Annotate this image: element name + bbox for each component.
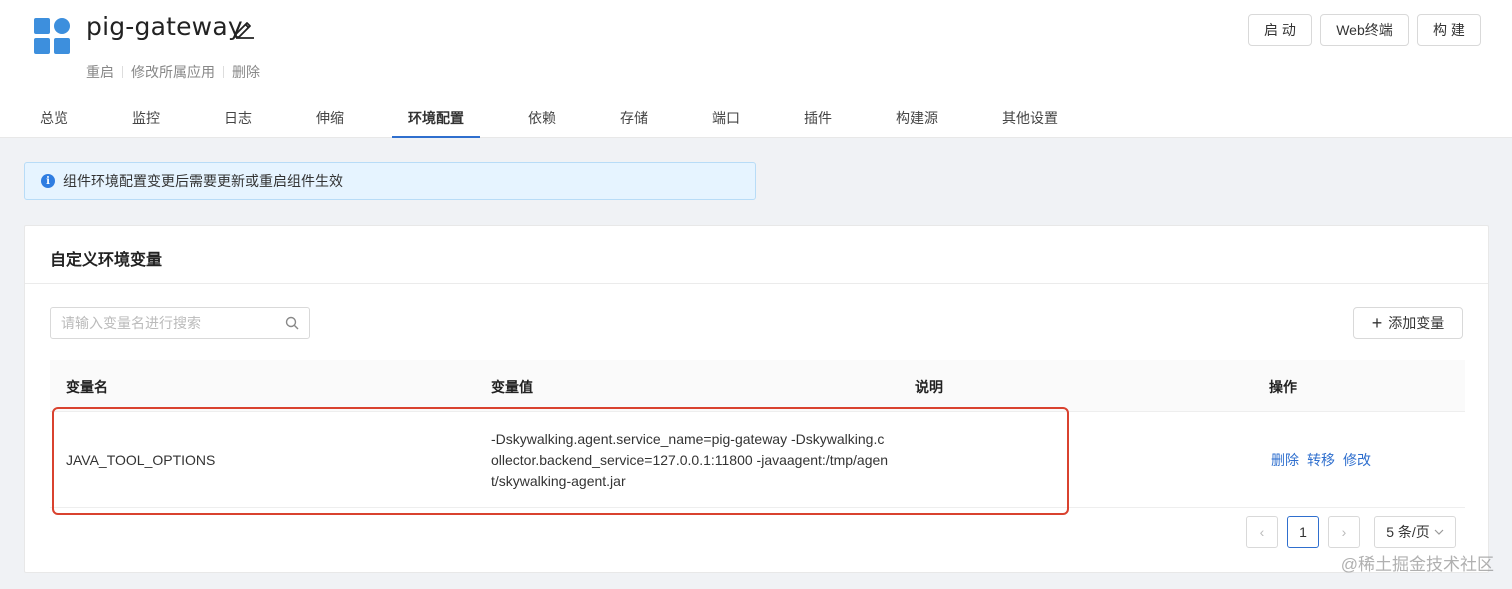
page-size-label: 5 条/页 bbox=[1386, 524, 1430, 540]
page-1-button[interactable]: 1 bbox=[1287, 516, 1319, 548]
delete-app-link[interactable]: 删除 bbox=[232, 62, 260, 82]
table-header: 变量名 变量值 说明 操作 bbox=[50, 360, 1465, 412]
tab-other-settings[interactable]: 其他设置 bbox=[1002, 96, 1058, 138]
env-vars-table: 变量名 变量值 说明 操作 JAVA_TOOL_OPTIONS -Dskywal… bbox=[50, 360, 1465, 508]
tab-ports[interactable]: 端口 bbox=[712, 96, 740, 138]
tab-build-source[interactable]: 构建源 bbox=[896, 96, 938, 138]
divider bbox=[25, 283, 1488, 284]
tab-storage[interactable]: 存储 bbox=[620, 96, 648, 138]
change-app-link[interactable]: 修改所属应用 bbox=[131, 62, 215, 82]
search-icon[interactable] bbox=[285, 316, 299, 330]
edit-variable-link[interactable]: 修改 bbox=[1343, 450, 1371, 470]
divider bbox=[122, 66, 123, 78]
tab-dependencies[interactable]: 依赖 bbox=[528, 96, 556, 138]
app-header: pig-gateway 重启 修改所属应用 删除 启 动 Web终端 构 建 总… bbox=[0, 0, 1512, 138]
divider bbox=[223, 66, 224, 78]
search-input[interactable] bbox=[61, 315, 271, 331]
alert-text: 组件环境配置变更后需要更新或重启组件生效 bbox=[63, 173, 343, 189]
app-name: pig-gateway bbox=[86, 12, 243, 41]
pagination: ‹ 1 › bbox=[1246, 516, 1360, 548]
row-actions: 删除 转移 修改 bbox=[1271, 450, 1371, 470]
web-terminal-button[interactable]: Web终端 bbox=[1320, 14, 1409, 46]
add-variable-button[interactable]: + 添加变量 bbox=[1353, 307, 1463, 339]
transfer-variable-link[interactable]: 转移 bbox=[1307, 450, 1335, 470]
plus-icon: + bbox=[1371, 313, 1383, 333]
info-alert: i 组件环境配置变更后需要更新或重启组件生效 bbox=[24, 162, 756, 200]
table-row: JAVA_TOOL_OPTIONS -Dskywalking.agent.ser… bbox=[50, 412, 1465, 508]
delete-variable-link[interactable]: 删除 bbox=[1271, 450, 1299, 470]
edit-name-icon[interactable] bbox=[232, 16, 256, 40]
app-logo-icon bbox=[34, 18, 70, 54]
tab-plugins[interactable]: 插件 bbox=[804, 96, 832, 138]
chevron-down-icon bbox=[1434, 529, 1444, 535]
header-buttons: 启 动 Web终端 构 建 bbox=[1248, 14, 1481, 46]
start-button[interactable]: 启 动 bbox=[1248, 14, 1312, 46]
page-size-select[interactable]: 5 条/页 bbox=[1374, 516, 1456, 548]
add-variable-label: 添加变量 bbox=[1388, 315, 1445, 331]
tab-logs[interactable]: 日志 bbox=[224, 96, 252, 138]
tab-env-config[interactable]: 环境配置 bbox=[392, 96, 480, 138]
tab-scaling[interactable]: 伸缩 bbox=[316, 96, 344, 138]
variable-name: JAVA_TOOL_OPTIONS bbox=[66, 452, 216, 468]
tab-overview[interactable]: 总览 bbox=[40, 96, 68, 138]
tab-bar: 总览 监控 日志 伸缩 环境配置 依赖 存储 端口 插件 构建源 其他设置 bbox=[0, 96, 1512, 138]
tab-monitor[interactable]: 监控 bbox=[132, 96, 160, 138]
search-box bbox=[50, 307, 310, 339]
column-header-name: 变量名 bbox=[66, 379, 108, 395]
restart-link[interactable]: 重启 bbox=[86, 62, 114, 82]
column-header-ops: 操作 bbox=[1269, 379, 1297, 395]
watermark: @稀土掘金技术社区 bbox=[1340, 555, 1494, 574]
variable-value: -Dskywalking.agent.service_name=pig-gate… bbox=[491, 431, 889, 489]
info-icon: i bbox=[41, 174, 55, 188]
build-button[interactable]: 构 建 bbox=[1417, 14, 1481, 46]
app-sub-actions: 重启 修改所属应用 删除 bbox=[86, 62, 260, 82]
column-header-desc: 说明 bbox=[915, 379, 943, 395]
column-header-value: 变量值 bbox=[491, 379, 533, 395]
prev-page-button[interactable]: ‹ bbox=[1246, 516, 1278, 548]
card-title: 自定义环境变量 bbox=[50, 252, 163, 269]
next-page-button[interactable]: › bbox=[1328, 516, 1360, 548]
